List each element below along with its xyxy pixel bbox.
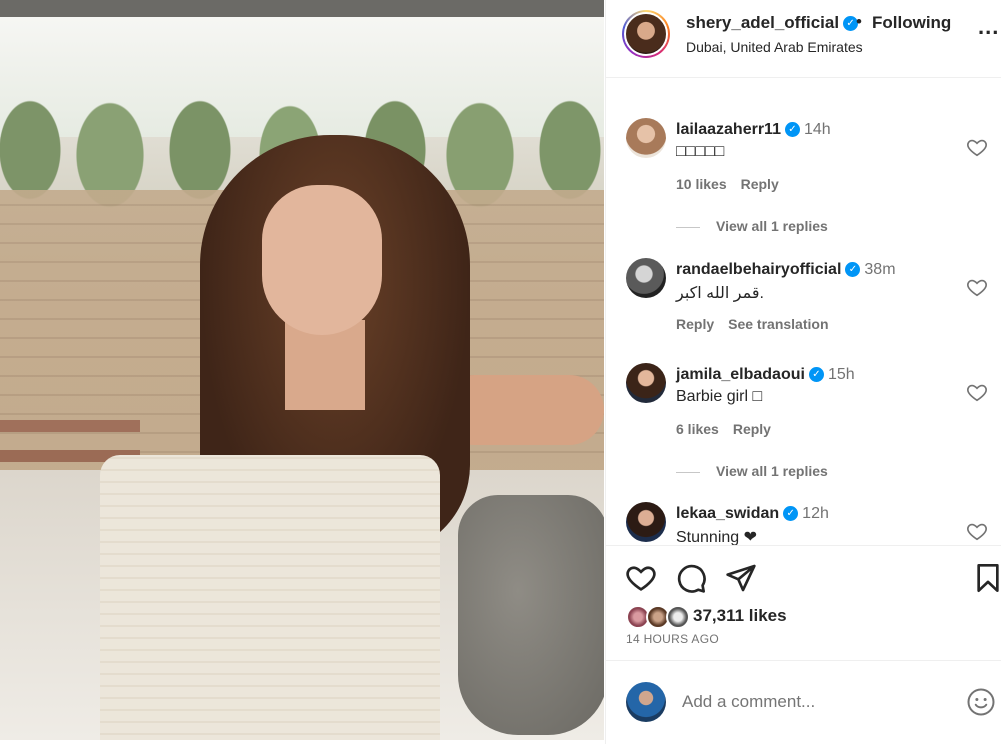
commenter-avatar[interactable] [626, 118, 666, 158]
comment-meta: Reply See translation [676, 316, 843, 332]
comment-likes[interactable]: 6 likes [676, 421, 719, 437]
post-side-panel: shery_adel_official ✓ • Following Dubai, … [605, 0, 1001, 744]
post-timestamp: 14 HOURS AGO [626, 632, 719, 646]
comment-heart-icon[interactable] [966, 381, 988, 403]
comment-heart-icon[interactable] [966, 136, 988, 158]
commenter-avatar[interactable] [626, 363, 666, 403]
comment-heart-icon[interactable] [966, 520, 988, 542]
verified-badge-icon: ✓ [845, 262, 861, 278]
verified-badge-icon: ✓ [784, 122, 800, 138]
photo-planter [458, 495, 604, 735]
comment-time: 12h [802, 505, 829, 522]
likes-count[interactable]: 37,311 likes [693, 606, 787, 626]
comment-username[interactable]: randaelbehairyofficial ✓ 38m [676, 261, 896, 279]
bookmark-icon[interactable] [972, 562, 1001, 594]
replies-line [676, 226, 700, 228]
photo-dress [100, 455, 440, 740]
liked-by-avatars[interactable] [626, 605, 690, 629]
comment-likes[interactable]: 10 likes [676, 176, 727, 192]
author-username[interactable]: shery_adel_official ✓ [686, 13, 859, 33]
comment-username[interactable]: lekaa_swidan ✓ 12h [676, 505, 829, 523]
replies-line [676, 471, 700, 473]
view-replies-link[interactable]: View all 1 replies [676, 218, 828, 234]
add-comment-input[interactable] [682, 692, 942, 712]
post-photo[interactable] [0, 0, 604, 740]
post-actions: 37,311 likes 14 HOURS AGO [606, 545, 1001, 660]
following-button[interactable]: Following [872, 13, 951, 33]
reply-button[interactable]: Reply [733, 421, 771, 437]
photo-pergola [0, 0, 604, 17]
comment-username[interactable]: lailaazaherr11 ✓ 14h [676, 121, 831, 139]
current-user-avatar [626, 682, 666, 722]
comment-meta: 6 likes Reply [676, 421, 785, 437]
smiley-icon[interactable] [966, 687, 996, 717]
comment-text: Barbie girl □ [676, 388, 763, 405]
verified-badge-icon: ✓ [783, 506, 799, 522]
comment-heart-icon[interactable] [966, 276, 988, 298]
commenter-avatar[interactable] [626, 258, 666, 298]
post-header: shery_adel_official ✓ • Following Dubai, … [606, 0, 1001, 78]
reply-button[interactable]: Reply [741, 176, 779, 192]
verified-badge-icon: ✓ [808, 367, 824, 383]
comment-text: قمر الله اكبر. [676, 285, 764, 302]
header-separator: • [856, 12, 862, 31]
more-options-icon[interactable]: ... [978, 14, 999, 40]
reply-button[interactable]: Reply [676, 316, 714, 332]
author-avatar[interactable] [622, 10, 670, 58]
view-replies-link[interactable]: View all 1 replies [676, 463, 828, 479]
heart-icon[interactable] [625, 562, 657, 594]
comment-time: 15h [827, 366, 855, 383]
post-location[interactable]: Dubai, United Arab Emirates [686, 39, 863, 55]
photo-face [262, 185, 382, 335]
comments-list[interactable]: lailaazaherr11 ✓ 14h □□□□□ 10 likes Reply V… [606, 78, 1001, 545]
comment-username[interactable]: jamila_elbadaoui ✓ 15h [676, 366, 855, 384]
see-translation-link[interactable]: See translation [728, 316, 828, 332]
comment-bubble-icon[interactable] [675, 562, 707, 594]
comment-meta: 10 likes Reply [676, 176, 793, 192]
liker-avatar [666, 605, 690, 629]
comment-text: □□□□□ [676, 143, 725, 160]
comment-composer [606, 660, 1001, 744]
comment-time: 38m [864, 261, 896, 278]
commenter-avatar[interactable] [626, 502, 666, 542]
paper-plane-icon[interactable] [725, 562, 757, 594]
comment-time: 14h [803, 121, 831, 138]
comment-text: Stunning ❤ [676, 529, 758, 545]
